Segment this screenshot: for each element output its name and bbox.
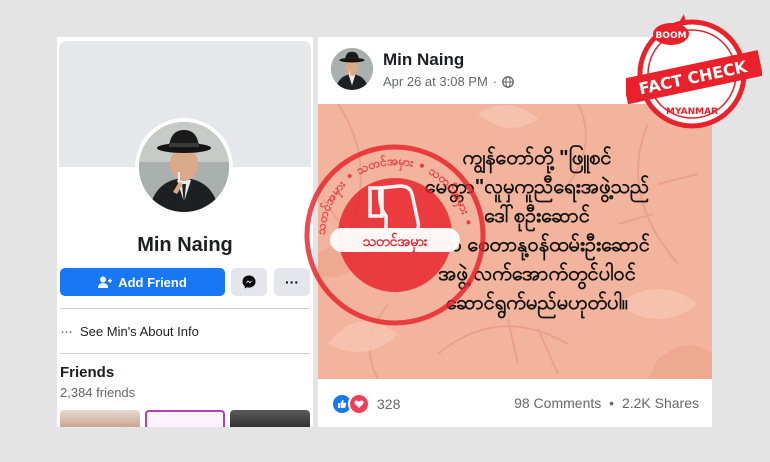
profile-name: Min Naing [137, 234, 233, 256]
divider [60, 353, 310, 354]
image-text-line: သော စေတာနု့ဝန်ထမ်းဦးဆောင် [424, 234, 650, 256]
image-text-line: ကျွန်တော်တို့ "ဖြူစင် [462, 147, 612, 169]
image-text-line: ဆောင်ရွက်မည်မဟုတ်ပါ။ [446, 292, 628, 314]
friends-count: 2,384 friends [60, 385, 136, 400]
image-text-line: မေတ္တာ"လူမှကူညီရေးအဖွဲ့သည် [424, 176, 650, 198]
add-friend-label: Add Friend [118, 274, 187, 290]
messenger-button[interactable] [231, 268, 267, 296]
friend-thumbnail[interactable] [60, 410, 140, 427]
badge-top-text: BOOM [655, 31, 686, 41]
messenger-icon [242, 275, 256, 289]
image-text-line: ဒေါ်စုဦးဆောင် [484, 205, 590, 227]
boom-fact-check-badge: BOOM FACT CHECK MYANMAR [626, 14, 762, 129]
globe-icon [502, 75, 514, 88]
meta-separator: · [492, 74, 498, 89]
post-image[interactable]: ကျွန်တော်တို့ "ဖြူစင် မေတ္တာ"လူမှကူညီရေး… [318, 104, 712, 379]
love-reaction-icon [348, 393, 370, 415]
stats-separator: • [609, 395, 615, 411]
add-friend-button[interactable]: Add Friend [60, 268, 225, 296]
profile-avatar[interactable] [139, 122, 229, 212]
shares-count-link[interactable]: 2.2K Shares [622, 395, 699, 411]
avatar-photo [331, 48, 373, 90]
more-dots-icon: ··· [60, 322, 73, 340]
friends-heading[interactable]: Friends [60, 364, 114, 381]
reaction-count: 328 [377, 396, 401, 412]
reactions-summary[interactable]: 328 [331, 393, 400, 415]
add-friend-icon [98, 276, 113, 288]
divider [60, 308, 310, 309]
post-stats: 98 Comments • 2.2K Shares [514, 395, 699, 411]
post-meta: Apr 26 at 3:08 PM · [383, 74, 514, 89]
post-author-avatar[interactable] [331, 48, 373, 90]
about-info-link[interactable]: ··· See Min's About Info [60, 319, 310, 343]
more-options-button[interactable]: ··· [274, 268, 310, 296]
friend-thumbnail[interactable] [145, 410, 225, 427]
friend-thumbnail[interactable] [230, 410, 310, 427]
profile-panel: Min Naing Add Friend ··· ··· See Min's A… [57, 37, 313, 427]
comments-count-link[interactable]: 98 Comments [514, 395, 601, 411]
badge-bottom-text: MYANMAR [666, 107, 718, 117]
more-options-label: ··· [285, 274, 299, 290]
post-image-text: ကျွန်တော်တို့ "ဖြူစင် မေတ္တာ"လူမှကူညီရေး… [362, 144, 712, 318]
avatar-photo [139, 122, 229, 212]
image-text-line: အဖွဲ့ လက်အောက်တွင်ပါဝင် [438, 263, 636, 285]
post-author-name[interactable]: Min Naing [383, 50, 464, 70]
post-timestamp[interactable]: Apr 26 at 3:08 PM [383, 74, 488, 89]
about-info-label: See Min's About Info [80, 323, 199, 339]
